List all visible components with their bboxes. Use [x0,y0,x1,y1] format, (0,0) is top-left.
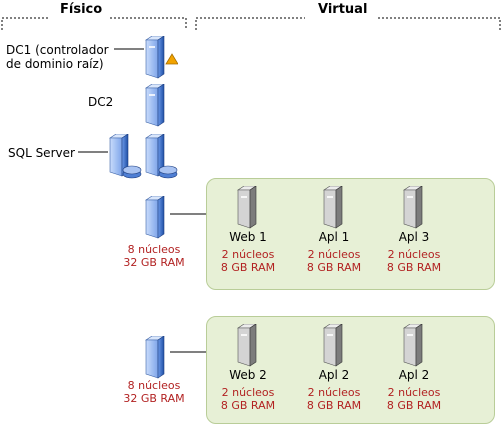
sql-label: SQL Server [8,146,75,160]
vm-spec: 2 núcleos 8 GB RAM [306,386,362,412]
dc1-label: DC1 (controlador de dominio raíz) [6,43,109,71]
vm-name: Apl 2 [318,368,350,382]
vm-server-icon [237,186,257,229]
sql-connector [78,151,108,153]
vm-server-icon [323,324,343,367]
dc2-label: DC2 [88,95,114,109]
vm-row-2: Web 2 2 núcleos 8 GB RAM Apl 2 2 núcleos… [206,324,496,424]
vm-server-icon [237,324,257,367]
vm-web-1: Web 1 2 núcleos 8 GB RAM [206,186,290,282]
sql-server-icon-2 [144,134,178,180]
sql-server-icon-1 [108,134,142,180]
vm-row-1: Web 1 2 núcleos 8 GB RAM Apl 1 2 núcleos… [206,186,496,286]
host2-connector [170,351,208,353]
vm-server-icon [323,186,343,229]
vm-name: Apl 1 [318,230,350,244]
host1-connector [170,213,208,215]
vm-name: Web 1 [229,230,267,244]
vm-spec: 2 núcleos 8 GB RAM [220,386,276,412]
vm-apl-1: Apl 1 2 núcleos 8 GB RAM [292,186,376,282]
vm-web-2: Web 2 2 núcleos 8 GB RAM [206,324,290,420]
vm-apl-2: Apl 2 2 núcleos 8 GB RAM [292,324,376,420]
dc1-server-icon [144,36,178,80]
virtual-header: Virtual [318,2,368,17]
host1-server-icon [144,196,166,240]
physical-header: Físico [60,2,103,17]
vm-apl-3: Apl 3 2 núcleos 8 GB RAM [372,186,456,282]
vm-spec: 2 núcleos 8 GB RAM [386,386,442,412]
vm-spec: 2 núcleos 8 GB RAM [220,248,276,274]
host2-spec: 8 núcleos 32 GB RAM [123,379,185,405]
vm-name: Apl 3 [398,230,430,244]
host1-spec: 8 núcleos 32 GB RAM [123,243,185,269]
dc2-server-icon [144,84,166,128]
vm-name: Apl 2 [398,368,430,382]
vm-spec: 2 núcleos 8 GB RAM [306,248,362,274]
host2-server-icon [144,336,166,380]
vm-name: Web 2 [229,368,267,382]
vm-apl-2b: Apl 2 2 núcleos 8 GB RAM [372,324,456,420]
vm-spec: 2 núcleos 8 GB RAM [386,248,442,274]
vm-server-icon [403,186,423,229]
vm-server-icon [403,324,423,367]
